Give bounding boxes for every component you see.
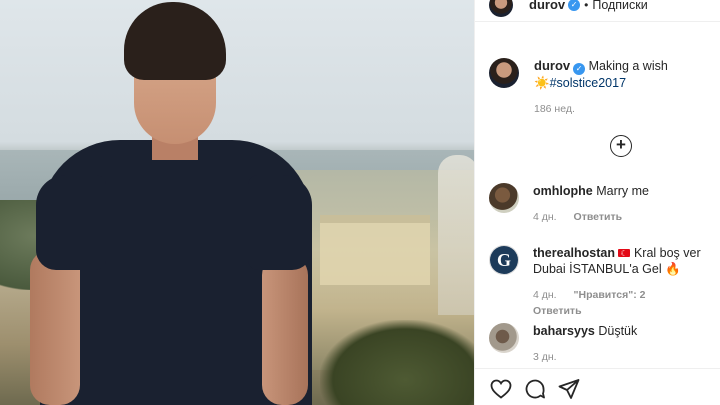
comment-time[interactable]: 3 дн. (533, 351, 557, 363)
post-timestamp[interactable]: 186 нед. (534, 101, 714, 117)
sun-emoji-icon: ☀️ (534, 76, 550, 90)
author-username[interactable]: durov (529, 0, 565, 12)
caption-text: Making a wish (588, 59, 668, 73)
comment-item: omhlophe Marry me 4 дн. Ответить (489, 183, 718, 225)
comment-item: therealhostan Kral boş ver Dubai İSTANBU… (489, 245, 718, 319)
post-caption: durov ✓ Making a wish ☀️#solstice2017 186… (475, 22, 720, 117)
comment-username[interactable]: therealhostan (533, 246, 615, 260)
comment-meta: 3 дн. (533, 349, 718, 365)
comment-time[interactable]: 4 дн. (533, 289, 557, 301)
comment-icon[interactable] (523, 377, 547, 401)
fire-emoji-icon: 🔥 (665, 262, 681, 276)
reply-button[interactable]: Ответить (533, 305, 582, 317)
comment-text: Dubai İSTANBUL'a Gel (533, 262, 662, 276)
comment-body: therealhostan Kral boş ver Dubai İSTANBU… (533, 245, 718, 319)
reply-button[interactable]: Ответить (574, 211, 623, 223)
comment-meta: 4 дн. "Нравится": 2 Ответить (533, 287, 718, 319)
caption-text-block: durov ✓ Making a wish ☀️#solstice2017 186… (534, 58, 714, 117)
verified-badge-icon: ✓ (568, 0, 581, 11)
comment-meta: 4 дн. Ответить (533, 209, 718, 225)
person-hair (124, 2, 226, 80)
verified-badge-icon: ✓ (573, 63, 586, 75)
comment-text: Kral boş ver (633, 246, 701, 260)
comment-text: Düştük (598, 324, 638, 338)
commenter-avatar[interactable] (489, 323, 519, 353)
author-avatar[interactable] (489, 0, 513, 17)
turkey-flag-icon (618, 246, 631, 262)
caption-hashtag[interactable]: #solstice2017 (550, 76, 626, 90)
post-photo[interactable] (0, 0, 474, 405)
person-sleeve-right (248, 175, 312, 270)
comment-username[interactable]: baharsyys (533, 324, 595, 338)
commenter-avatar[interactable] (489, 245, 519, 275)
commenter-avatar[interactable] (489, 183, 519, 213)
post-header: durov ✓ • Подписки (475, 0, 720, 22)
comment-text: Marry me (596, 184, 649, 198)
header-separator: • (584, 0, 589, 12)
post-side-panel: durov ✓ • Подписки durov ✓ Making a wish … (474, 0, 720, 405)
heart-icon[interactable] (489, 377, 513, 401)
following-button[interactable]: Подписки (592, 0, 647, 12)
comment-body: omhlophe Marry me 4 дн. Ответить (533, 183, 718, 225)
comment-body: baharsyys Düştük 3 дн. (533, 323, 718, 365)
instagram-post: durov ✓ • Подписки durov ✓ Making a wish … (0, 0, 720, 405)
person-sleeve-left (36, 175, 106, 270)
share-icon[interactable] (557, 377, 581, 401)
caption-avatar[interactable] (489, 58, 519, 88)
caption-username[interactable]: durov (534, 58, 570, 73)
photo-person (0, 0, 474, 405)
comment-username[interactable]: omhlophe (533, 184, 593, 198)
comment-likes[interactable]: "Нравится": 2 (574, 289, 646, 301)
action-bar (475, 368, 720, 405)
person-arm-right (262, 255, 308, 405)
comment-item: baharsyys Düştük 3 дн. (489, 323, 718, 365)
load-more-comments-button[interactable]: + (610, 135, 632, 157)
comment-time[interactable]: 4 дн. (533, 211, 557, 223)
person-arm-left (30, 250, 80, 405)
